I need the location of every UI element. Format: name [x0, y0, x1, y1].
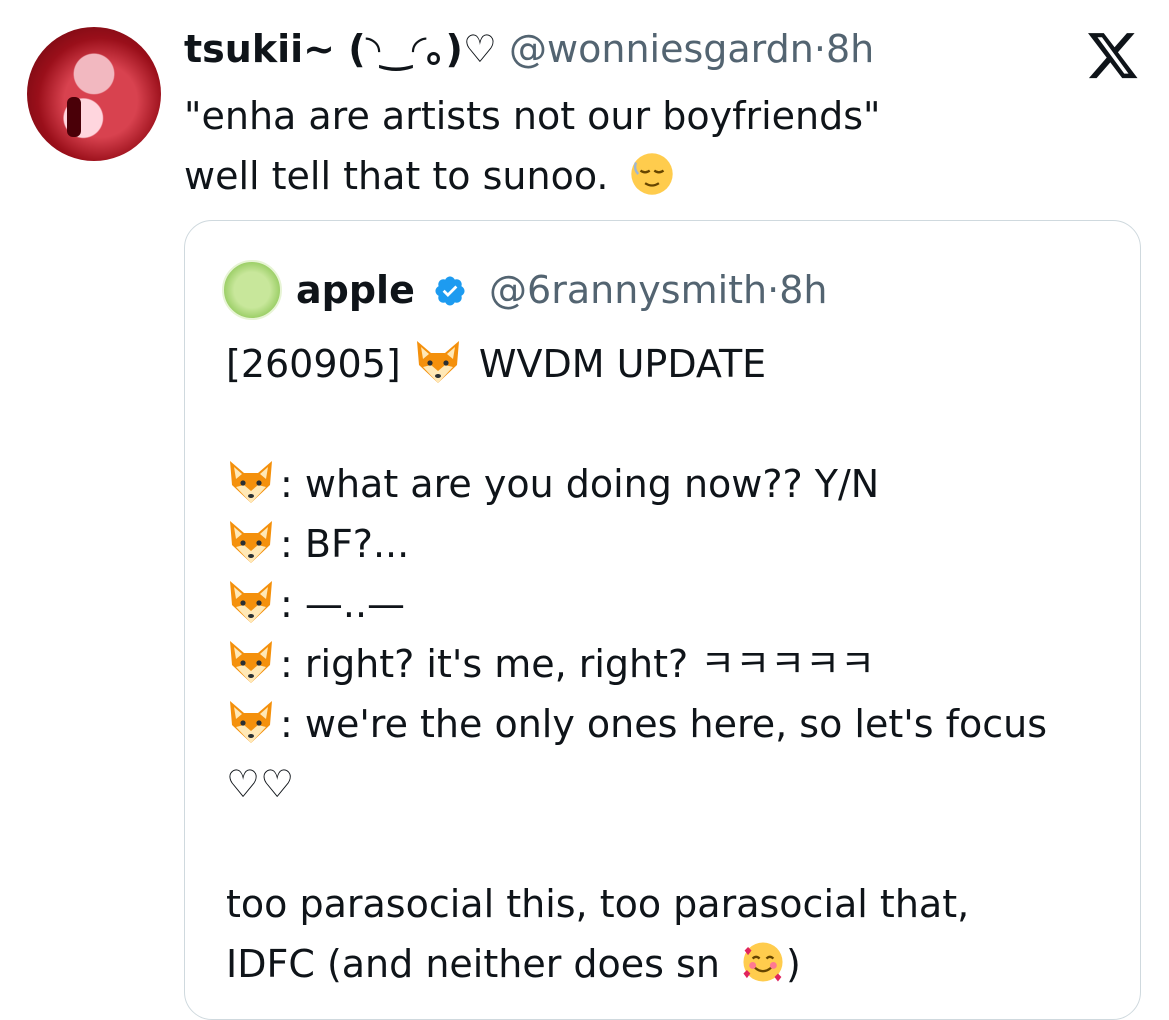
- dialogue-line-1: : what are you doing now?? Y/N: [226, 454, 1047, 514]
- dialogue-text-4: : right? it's me, right? ㅋㅋㅋㅋㅋ: [280, 642, 876, 686]
- author-handle[interactable]: @wonniesgardn: [509, 27, 814, 71]
- fox-face-icon: [226, 579, 276, 625]
- quoted-title-date: [260905]: [226, 342, 401, 386]
- dialogue-text-1: : what are you doing now?? Y/N: [280, 462, 880, 506]
- verified-badge-icon: [435, 276, 465, 306]
- dialogue-text-2: : BF?...: [280, 522, 410, 566]
- quoted-tweet-body: [260905] WVDM UPDATE : what are you doin…: [226, 334, 1047, 994]
- fox-face-icon: [226, 699, 276, 745]
- avatar-detail: [67, 97, 81, 137]
- fox-face-icon: [226, 459, 276, 505]
- dialogue-text-3: : —..—: [280, 582, 406, 626]
- author-avatar[interactable]: [27, 27, 161, 161]
- dialogue-line-4: : right? it's me, right? ㅋㅋㅋㅋㅋ: [226, 634, 1047, 694]
- fox-face-icon: [226, 519, 276, 565]
- fox-face-icon: [226, 639, 276, 685]
- header-separator: ·: [813, 27, 826, 71]
- closing-line-1: too parasocial this, too parasocial that…: [226, 882, 970, 926]
- dialogue-text-5: : we're the only ones here, so let's foc…: [280, 702, 1047, 746]
- quoted-title-line: [260905] WVDM UPDATE: [226, 334, 1047, 394]
- quoted-title-text: WVDM UPDATE: [478, 342, 767, 386]
- smiling-face-with-hearts-icon: [743, 942, 783, 982]
- tweet-time[interactable]: 8h: [826, 27, 874, 71]
- dialogue-line-3: : —..—: [226, 574, 1047, 634]
- quoted-header-separator: ·: [767, 268, 780, 312]
- relieved-face-icon: [630, 153, 673, 195]
- quoted-time[interactable]: 8h: [779, 268, 827, 312]
- tweet-line-1: "enha are artists not our boyfriends": [184, 94, 881, 138]
- quoted-display-name[interactable]: apple: [296, 268, 415, 312]
- tweet-line-2-text: well tell that to sunoo.: [184, 154, 609, 198]
- tweet-body: "enha are artists not our boyfriends" we…: [184, 86, 881, 206]
- dialogue-line-5: : we're the only ones here, so let's foc…: [226, 694, 1047, 754]
- closing-line-2: IDFC (and neither does sn ): [226, 934, 1047, 994]
- tweet-header: tsukii~ (◝‿◜｡)♡ @wonniesgardn·8h: [184, 26, 874, 72]
- quoted-author-avatar[interactable]: [222, 260, 282, 320]
- author-display-name[interactable]: tsukii~ (◝‿◜｡)♡: [184, 27, 497, 71]
- quoted-handle[interactable]: @6rannysmith: [489, 268, 767, 312]
- tweet-line-2: well tell that to sunoo.: [184, 146, 881, 206]
- dialogue-line-2: : BF?...: [226, 514, 1047, 574]
- x-logo-icon[interactable]: [1085, 28, 1141, 82]
- closing-line-2-end: ): [786, 942, 801, 986]
- closing-line-2-text: IDFC (and neither does sn: [226, 942, 720, 986]
- fox-face-icon: [413, 339, 463, 385]
- hearts-line: ♡♡: [226, 762, 295, 806]
- quoted-tweet-header: apple @6rannysmith·8h: [296, 266, 828, 314]
